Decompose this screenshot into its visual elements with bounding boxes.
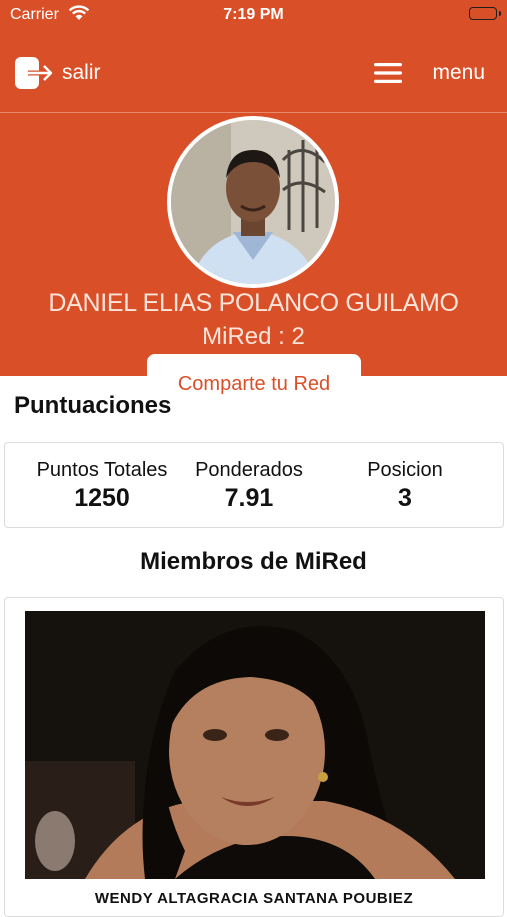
profile-header: DANIEL ELIAS POLANCO GUILAMO MiRed : 2: [0, 113, 507, 376]
score-label: Puntos Totales: [36, 459, 168, 481]
profile-photo: [171, 120, 335, 284]
profile-name: DANIEL ELIAS POLANCO GUILAMO: [48, 289, 459, 317]
profile-avatar[interactable]: [167, 116, 339, 288]
score-label: Posicion: [367, 459, 443, 481]
score-value: 7.91: [224, 484, 274, 512]
score-value: 3: [398, 484, 412, 512]
navigation-bar: salir menu: [0, 30, 507, 113]
battery-icon: [469, 7, 501, 20]
score-position: Posicion 3: [335, 459, 475, 513]
menu-button[interactable]: menu: [374, 56, 485, 90]
hamburger-icon: [374, 63, 403, 83]
menu-label: menu: [432, 61, 485, 84]
score-label: Ponderados: [195, 459, 303, 481]
scores-card: Puntos Totales 1250 Ponderados 7.91 Posi…: [4, 442, 504, 528]
clock: 7:19 PM: [223, 6, 284, 23]
logout-icon: [15, 57, 53, 89]
status-bar: Carrier 7:19 PM: [0, 0, 507, 30]
score-weighted: Ponderados 7.91: [177, 459, 321, 513]
member-card[interactable]: WENDY ALTAGRACIA SANTANA POUBIEZ: [4, 597, 504, 917]
score-total: Puntos Totales 1250: [21, 459, 183, 513]
logout-button[interactable]: salir: [14, 56, 101, 90]
member-name: WENDY ALTAGRACIA SANTANA POUBIEZ: [94, 890, 414, 907]
logout-label: salir: [62, 61, 101, 84]
member-photo: [25, 611, 485, 879]
score-value: 1250: [74, 484, 130, 512]
scores-title: Puntuaciones: [14, 392, 172, 419]
network-count: MiRed : 2: [202, 323, 305, 350]
members-title: Miembros de MiRed: [140, 548, 367, 575]
share-network-button[interactable]: Comparte tu Red: [147, 354, 361, 398]
